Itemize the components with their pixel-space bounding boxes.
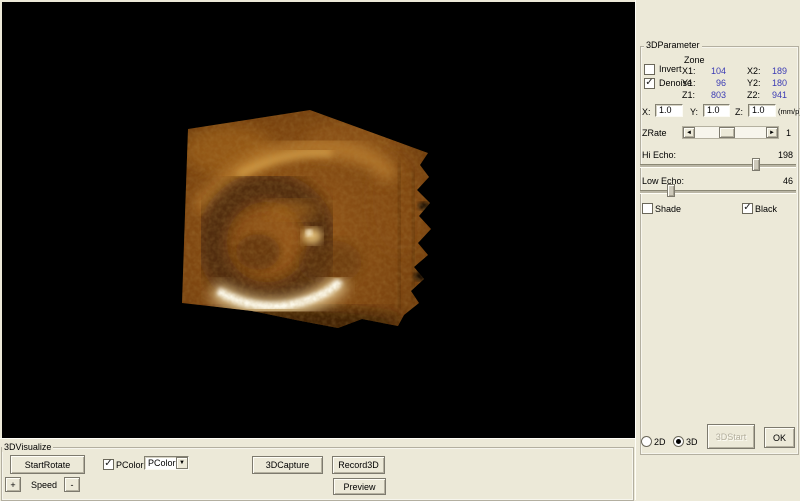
invert-checkbox[interactable] <box>644 64 655 75</box>
zone-z2-value: 941 <box>759 90 787 100</box>
shade-label: Shade <box>655 204 681 214</box>
invert-label: Invert <box>659 64 682 74</box>
preview-button[interactable]: Preview <box>333 478 386 495</box>
low-echo-slider-thumb[interactable] <box>667 184 675 197</box>
zrate-scrollbar[interactable]: ◄ ► <box>682 126 779 139</box>
zrate-scroll-thumb[interactable] <box>719 127 735 138</box>
parameter-panel: 3DParameter Invert ✓ Denoise Zone X1: 10… <box>635 0 800 500</box>
3dcapture-button[interactable]: 3DCapture <box>252 456 323 474</box>
voxel-y-label: Y: <box>690 107 698 117</box>
hi-echo-slider-track[interactable] <box>640 164 796 168</box>
start-rotate-button[interactable]: StartRotate <box>10 455 85 474</box>
pcolor-label: PColor <box>116 460 144 470</box>
speed-label: Speed <box>31 480 57 490</box>
zone-x1-value: 104 <box>698 66 726 76</box>
pcolor-checkbox[interactable]: ✓ <box>103 459 114 470</box>
speed-plus-button[interactable]: + <box>5 477 21 492</box>
zrate-value: 1 <box>786 128 791 138</box>
voxel-x-label: X: <box>642 107 651 117</box>
check-icon: ✓ <box>645 77 653 88</box>
3dstart-button[interactable]: 3DStart <box>707 424 755 449</box>
speed-minus-button[interactable]: - <box>64 477 80 492</box>
voxel-x-input[interactable]: 1.0 <box>655 104 683 117</box>
hi-echo-label: Hi Echo: <box>642 150 676 160</box>
group-3dparameter-title: 3DParameter <box>644 40 702 50</box>
group-3dvisualize-title: 3DVisualize <box>2 442 53 452</box>
pcolor-dropdown-value: PColor <box>148 458 176 469</box>
low-echo-label: Low Echo: <box>642 176 684 186</box>
mode-2d-label: 2D <box>654 437 666 447</box>
zone-z1-label: Z1: <box>682 90 695 100</box>
mode-2d-radio[interactable] <box>641 436 652 447</box>
voxel-unit-label: (mm/p) <box>778 107 800 117</box>
low-echo-value: 46 <box>775 176 793 186</box>
zrate-label: ZRate <box>642 128 667 138</box>
zone-y1-label: Y1: <box>682 78 696 88</box>
ok-button[interactable]: OK <box>764 427 795 448</box>
shade-checkbox[interactable] <box>642 203 653 214</box>
dropdown-arrow-icon[interactable]: ▼ <box>176 457 188 469</box>
ultrasound-render <box>170 100 445 345</box>
check-icon: ✓ <box>743 202 751 213</box>
zone-title: Zone <box>684 55 705 65</box>
render-viewport[interactable] <box>2 2 635 438</box>
zone-x2-value: 189 <box>759 66 787 76</box>
zone-x1-label: X1: <box>682 66 696 76</box>
voxel-y-input[interactable]: 1.0 <box>703 104 730 117</box>
hi-echo-slider-thumb[interactable] <box>752 158 760 171</box>
voxel-z-label: Z: <box>735 107 743 117</box>
black-checkbox[interactable]: ✓ <box>742 203 753 214</box>
zone-y1-value: 96 <box>698 78 726 88</box>
zone-z1-value: 803 <box>698 90 726 100</box>
zrate-scroll-left-icon[interactable]: ◄ <box>683 127 695 138</box>
zrate-scroll-right-icon[interactable]: ► <box>766 127 778 138</box>
pcolor-dropdown[interactable]: PColor ▼ <box>144 456 189 470</box>
low-echo-slider-track[interactable] <box>640 190 796 194</box>
mode-3d-label: 3D <box>686 437 698 447</box>
zone-y2-value: 180 <box>759 78 787 88</box>
hi-echo-value: 198 <box>771 150 793 160</box>
visualize-panel: 3DVisualize StartRotate + Speed - ✓ PCol… <box>0 438 635 500</box>
denoise-checkbox[interactable]: ✓ <box>644 78 655 89</box>
radio-dot-icon <box>676 439 681 444</box>
black-label: Black <box>755 204 777 214</box>
check-icon: ✓ <box>104 458 112 469</box>
record3d-button[interactable]: Record3D <box>332 456 385 474</box>
mode-3d-radio[interactable] <box>673 436 684 447</box>
voxel-z-input[interactable]: 1.0 <box>748 104 776 117</box>
